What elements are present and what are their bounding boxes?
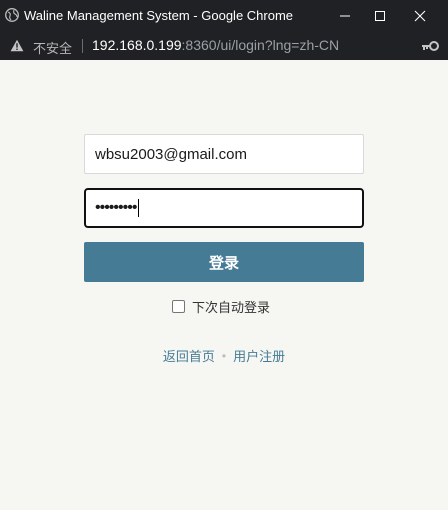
email-value: wbsu2003@gmail.com (95, 145, 247, 163)
password-value: ••••••••• (95, 199, 137, 216)
address-separator (82, 39, 83, 53)
url-path: :8360/ui/login?lng=zh-CN (181, 37, 340, 53)
login-button[interactable]: 登录 (84, 242, 364, 282)
security-label[interactable]: 不安全 (33, 38, 72, 57)
url-host: 192.168.0.199 (92, 37, 182, 53)
register-link[interactable]: 用户注册 (233, 346, 285, 365)
address-bar[interactable]: 不安全 192.168.0.199:8360/ui/login?lng=zh-C… (0, 31, 448, 60)
email-field[interactable]: wbsu2003@gmail.com (84, 134, 364, 174)
window-title: Waline Management System - Google Chrome (24, 8, 294, 23)
footer-links: 返回首页 • 用户注册 (0, 346, 448, 365)
title-bar: Waline Management System - Google Chrome (0, 0, 448, 31)
warning-icon[interactable] (10, 39, 24, 52)
text-caret (138, 199, 140, 217)
url-text[interactable]: 192.168.0.199:8360/ui/login?lng=zh-CN (92, 37, 339, 53)
minimize-button[interactable] (327, 0, 363, 31)
minimize-icon (340, 15, 350, 16)
remember-label[interactable]: 下次自动登录 (192, 297, 270, 316)
remember-checkbox[interactable] (172, 299, 185, 313)
remember-me[interactable]: 下次自动登录 (172, 297, 270, 315)
home-link[interactable]: 返回首页 (163, 346, 215, 365)
globe-icon (5, 8, 19, 22)
link-separator: • (221, 348, 227, 363)
maximize-button[interactable] (362, 0, 398, 31)
close-icon (414, 10, 426, 21)
browser-window: Waline Management System - Google Chrome… (0, 0, 448, 510)
key-icon[interactable] (421, 40, 439, 52)
login-page: wbsu2003@gmail.com ••••••••• 登录 下次自动登录 返… (0, 60, 448, 510)
close-button[interactable] (402, 0, 438, 31)
password-field[interactable]: ••••••••• (84, 188, 364, 228)
login-button-label: 登录 (208, 253, 239, 272)
maximize-icon (375, 10, 385, 21)
